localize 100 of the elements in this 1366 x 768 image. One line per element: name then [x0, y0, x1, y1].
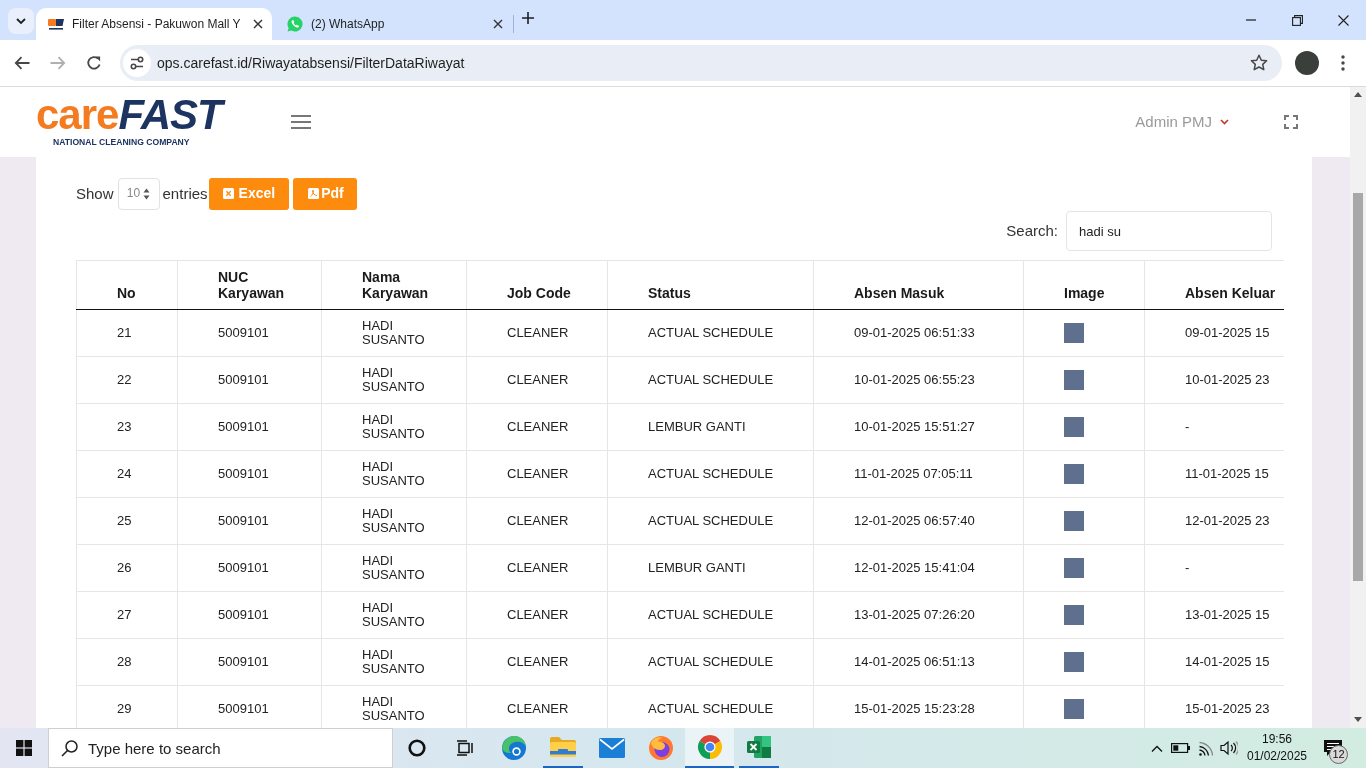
table-cell: 5009101	[177, 356, 322, 404]
chevron-down-icon[interactable]	[8, 8, 34, 34]
search-icon	[61, 740, 78, 757]
logo-tagline: NATIONAL CLEANING COMPANY	[53, 137, 190, 148]
table-cell: 24	[76, 450, 178, 498]
scroll-down-icon[interactable]	[1354, 717, 1362, 722]
table-cell: CLEANER	[466, 591, 608, 639]
table-cell: CLEANER	[466, 544, 608, 592]
chevron-up-icon[interactable]	[1151, 744, 1163, 752]
show-label: Show	[76, 184, 114, 203]
task-view-icon[interactable]	[456, 740, 474, 756]
pdf-file-icon	[308, 188, 320, 199]
spreadsheet-app-icon[interactable]	[745, 735, 772, 759]
notification-count: 12	[1329, 745, 1348, 764]
table-cell: 11-01-2025 07:05:11	[813, 450, 1024, 498]
table-cell: 5009101	[177, 638, 322, 686]
column-header[interactable]: Image	[1023, 260, 1145, 310]
windows-logo-icon[interactable]	[16, 740, 32, 756]
table-cell: HADI SUSANTO	[321, 638, 467, 686]
table-cell: 5009101	[177, 309, 322, 357]
scrollbar-thumb[interactable]	[1353, 193, 1363, 581]
table-cell: CLEANER	[466, 356, 608, 404]
table-cell: CLEANER	[466, 309, 608, 357]
column-header[interactable]: Status	[607, 260, 814, 310]
table-cell: CLEANER	[466, 638, 608, 686]
close-icon[interactable]	[253, 19, 263, 29]
browser-tab[interactable]: (2) WhatsApp	[272, 8, 512, 40]
table-cell: HADI SUSANTO	[321, 309, 467, 357]
clock-date[interactable]: 01/02/2025	[1246, 748, 1308, 765]
table-cell: 5009101	[177, 591, 322, 639]
column-header[interactable]: No	[76, 260, 178, 310]
scrollbar[interactable]	[1350, 87, 1366, 728]
table-cell: HADI SUSANTO	[321, 403, 467, 451]
column-header[interactable]: Nama Karyawan	[321, 260, 467, 310]
page-length-select[interactable]: 10	[117, 177, 160, 210]
search-label: Search:	[1006, 222, 1058, 240]
browser-tab[interactable]: Filter Absensi - Pakuwon Mall Y	[36, 8, 272, 40]
table-cell: 12-01-2025 15:41:04	[813, 544, 1024, 592]
column-header[interactable]: NUC Karyawan	[177, 260, 322, 310]
close-icon[interactable]	[493, 19, 503, 29]
table-cell: HADI SUSANTO	[321, 591, 467, 639]
address-bar[interactable]: ops.carefast.id/Riwayatabsensi/FilterDataRiwayat	[120, 45, 1282, 81]
spreadsheet-icon	[222, 188, 234, 199]
table-cell: CLEANER	[466, 450, 608, 498]
entries-label: entries	[162, 184, 208, 203]
profile-avatar[interactable]	[1295, 51, 1319, 75]
fox-globe-icon[interactable]	[647, 735, 674, 761]
battery-icon[interactable]	[1171, 743, 1191, 753]
tune-icon[interactable]	[123, 49, 151, 77]
table-cell: 23	[76, 403, 178, 451]
swirl-circle-icon[interactable]	[500, 735, 527, 761]
table-cell: 25	[76, 497, 178, 545]
table-cell: LEMBUR GANTI	[607, 403, 814, 451]
close-icon[interactable]	[1337, 14, 1349, 26]
active-taskbar-button[interactable]	[685, 728, 734, 768]
table-cell: ACTUAL SCHEDULE	[607, 309, 814, 357]
spinner-arrows-icon	[143, 187, 151, 200]
table-cell: 5009101	[177, 450, 322, 498]
logo-icon	[48, 16, 64, 32]
table-cell: 22	[76, 356, 178, 404]
table-cell: 14-01-2025 06:51:13	[813, 638, 1024, 686]
table-cell: 13-01-2025 07:26:20	[813, 591, 1024, 639]
table-cell: 10-01-2025 06:55:23	[813, 356, 1024, 404]
ring-icon[interactable]	[408, 739, 426, 757]
taskbar-search-field[interactable]: Type here to search	[48, 728, 393, 768]
folder-icon[interactable]	[548, 736, 577, 758]
table-cell: ACTUAL SCHEDULE	[607, 638, 814, 686]
back-arrow-icon[interactable]	[14, 56, 30, 70]
kebab-menu-icon[interactable]	[1341, 55, 1345, 71]
table-cell: LEMBUR GANTI	[607, 544, 814, 592]
clock-time[interactable]: 19:56	[1262, 731, 1292, 748]
reload-icon[interactable]	[86, 55, 102, 71]
envelope-icon[interactable]	[598, 738, 625, 758]
table-cell: CLEANER	[466, 497, 608, 545]
table-cell: 5009101	[177, 544, 322, 592]
wifi-icon[interactable]	[1197, 740, 1215, 756]
chrome-ring-icon[interactable]	[696, 734, 723, 760]
search-field[interactable]: hadi su	[1066, 211, 1272, 251]
restore-icon[interactable]	[1291, 14, 1303, 26]
table-cell: 21	[76, 309, 178, 357]
table-cell: 27	[76, 591, 178, 639]
caret-icon	[1220, 119, 1229, 125]
table-cell: 5009101	[177, 497, 322, 545]
column-header[interactable]: Job Code	[466, 260, 608, 310]
column-header[interactable]: Absen Masuk	[813, 260, 1024, 310]
table-cell: 09-01-2025 06:51:33	[813, 309, 1024, 357]
table-cell: ACTUAL SCHEDULE	[607, 356, 814, 404]
table-cell: ACTUAL SCHEDULE	[607, 497, 814, 545]
table-cell: 10-01-2025 15:51:27	[813, 403, 1024, 451]
speaker-icon[interactable]	[1220, 740, 1238, 756]
scroll-up-icon[interactable]	[1354, 92, 1362, 97]
menu-icon[interactable]	[291, 115, 311, 129]
star-icon[interactable]	[1250, 54, 1268, 72]
table-cell: HADI SUSANTO	[321, 497, 467, 545]
table-cell: CLEANER	[466, 403, 608, 451]
plus-icon[interactable]	[522, 12, 534, 24]
table-cell: HADI SUSANTO	[321, 356, 467, 404]
phone-bubble-icon	[287, 16, 303, 32]
table-cell: 26	[76, 544, 178, 592]
fullscreen-icon[interactable]	[1284, 115, 1298, 129]
